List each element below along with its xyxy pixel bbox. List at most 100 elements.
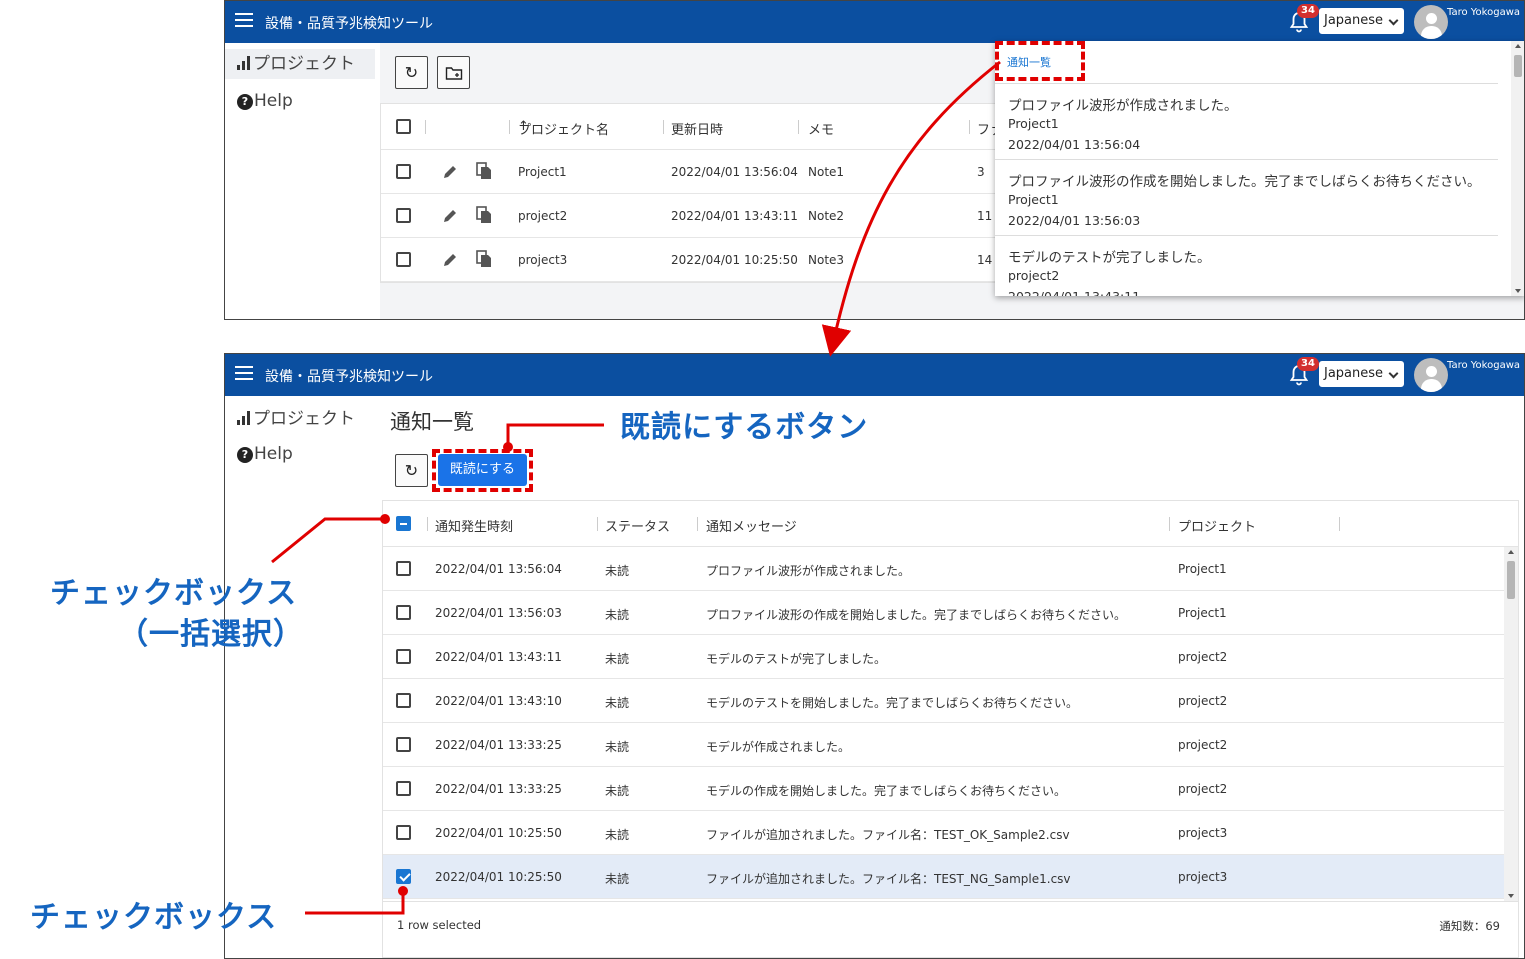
project-name[interactable]: project3 bbox=[518, 253, 567, 267]
notification-message: プロファイル波形の作成を開始しました。完了までしばらくお待ちください。 bbox=[706, 608, 1127, 622]
notification-message: プロファイル波形が作成されました。 bbox=[706, 564, 911, 578]
edit-icon[interactable] bbox=[442, 164, 458, 180]
row-checkbox[interactable] bbox=[396, 649, 411, 664]
sidebar-item-help[interactable]: ? Help bbox=[237, 91, 293, 121]
table-row[interactable]: project2 2022/04/01 13:43:11 Note2 11 bbox=[381, 194, 1029, 238]
row-checkbox[interactable] bbox=[396, 825, 411, 840]
table-row[interactable]: 2022/04/01 13:43:10 未読 モデルのテストを開始しました。完了まで… bbox=[383, 679, 1504, 723]
grid-scrollbar[interactable] bbox=[1504, 547, 1518, 901]
callout-select-all-sub: （一括選択） bbox=[118, 617, 304, 652]
copy-icon[interactable] bbox=[476, 206, 492, 224]
updated-time: 2022/04/01 13:43:11 bbox=[671, 209, 798, 223]
row-checkbox[interactable] bbox=[396, 605, 411, 620]
refresh-button[interactable]: ↻ bbox=[395, 56, 428, 89]
row-checkbox[interactable] bbox=[396, 693, 411, 708]
copy-icon[interactable] bbox=[476, 162, 492, 180]
language-select[interactable]: Japanese bbox=[1319, 361, 1404, 387]
table-row[interactable]: 2022/04/01 13:33:25 未読 モデルの作成を開始しました。完了までし… bbox=[383, 767, 1504, 811]
user-name: Taro Yokogawa bbox=[1447, 7, 1521, 18]
table-row[interactable]: 2022/04/01 13:33:25 未読 モデルが作成されました。 project… bbox=[383, 723, 1504, 767]
table-row[interactable]: project3 2022/04/01 10:25:50 Note3 14 bbox=[381, 238, 1029, 282]
table-row[interactable]: 2022/04/01 13:43:11 未読 モデルのテストが完了しました。 proj… bbox=[383, 635, 1504, 679]
edit-icon[interactable] bbox=[442, 252, 458, 268]
column-time[interactable]: 通知発生時刻 bbox=[435, 516, 513, 535]
notification-item[interactable]: プロファイル波形が作成されました。 Project1 2022/04/01 13:5… bbox=[995, 83, 1498, 159]
sidebar-item-help[interactable]: ? Help bbox=[237, 444, 293, 474]
popup-scrollbar[interactable] bbox=[1511, 41, 1524, 296]
bell-icon[interactable]: 34 bbox=[1289, 357, 1319, 386]
sidebar: プロジェクト ? Help bbox=[225, 396, 380, 958]
sidebar-item-projects[interactable]: プロジェクト bbox=[237, 404, 355, 434]
column-updated[interactable]: 更新日時 bbox=[671, 119, 723, 138]
memo: Note2 bbox=[808, 209, 845, 223]
notification-time: 2022/04/01 13:33:25 bbox=[435, 782, 562, 796]
bell-icon[interactable]: 34 bbox=[1289, 4, 1319, 33]
new-project-button[interactable] bbox=[437, 56, 470, 89]
updated-time: 2022/04/01 13:56:04 bbox=[671, 165, 798, 179]
column-project[interactable]: プロジェクト bbox=[1178, 516, 1256, 535]
notification-message: モデルのテストが完了しました。 bbox=[706, 652, 887, 666]
sidebar-item-label: プロジェクト bbox=[253, 409, 355, 429]
row-checkbox[interactable] bbox=[396, 781, 411, 796]
notification-item[interactable]: モデルのテストが完了しました。 project2 2022/04/01 13:43:… bbox=[995, 235, 1498, 296]
row-checkbox[interactable] bbox=[396, 561, 411, 576]
project-grid-header: プロジェクト名 ↑ 更新日時 メモ ファ bbox=[381, 104, 1029, 150]
refresh-icon: ↻ bbox=[404, 63, 419, 82]
notification-project: project2 bbox=[1178, 694, 1228, 708]
row-checkbox[interactable] bbox=[396, 252, 411, 267]
column-message[interactable]: 通知メッセージ bbox=[706, 516, 797, 535]
notification-message: モデルのテストが完了しました。 bbox=[1008, 250, 1211, 266]
row-checkbox[interactable] bbox=[396, 869, 411, 884]
sidebar-item-label: プロジェクト bbox=[253, 54, 355, 74]
copy-icon[interactable] bbox=[476, 250, 492, 268]
language-select[interactable]: Japanese bbox=[1319, 8, 1404, 34]
notification-time: 2022/04/01 13:43:11 bbox=[1008, 289, 1140, 296]
notification-screen: 設備・品質予兆検知ツール 34 Japanese Taro Yokogawa プ… bbox=[224, 353, 1525, 959]
select-all-checkbox[interactable] bbox=[396, 516, 411, 531]
table-row[interactable]: 2022/04/01 10:25:50 未読 ファイルが追加されました。ファイル名：… bbox=[383, 855, 1504, 899]
project-name[interactable]: Project1 bbox=[518, 165, 567, 179]
notification-project: project3 bbox=[1178, 826, 1228, 840]
menu-icon[interactable] bbox=[235, 13, 253, 29]
select-all-checkbox[interactable] bbox=[396, 119, 411, 134]
sort-arrow-icon: ↑ bbox=[518, 119, 529, 134]
table-row[interactable]: 2022/04/01 13:56:04 未読 プロファイル波形が作成されました。 Pr… bbox=[383, 547, 1504, 591]
menu-icon[interactable] bbox=[235, 366, 253, 382]
notification-message: ファイルが追加されました。ファイル名：TEST_OK_Sample2.csv bbox=[706, 828, 1070, 842]
project-content: ↻ プロジェクト名 ↑ 更新日時 メモ ファ Project1 2022/04/0… bbox=[380, 41, 1524, 319]
project-name[interactable]: project2 bbox=[518, 209, 567, 223]
edit-icon[interactable] bbox=[442, 208, 458, 224]
table-row[interactable]: Project1 2022/04/01 13:56:04 Note1 3 bbox=[381, 150, 1029, 194]
refresh-icon: ↻ bbox=[404, 461, 419, 480]
project-grid: プロジェクト名 ↑ 更新日時 メモ ファ Project1 2022/04/01 … bbox=[380, 103, 1030, 283]
notification-message: ファイルが追加されました。ファイル名：TEST_NG_Sample1.csv bbox=[706, 872, 1071, 886]
notification-grid: 通知発生時刻 ステータス 通知メッセージ プロジェクト 2022/04/01 1… bbox=[382, 500, 1519, 958]
notification-time: 2022/04/01 13:43:10 bbox=[435, 694, 562, 708]
notification-badge: 34 bbox=[1297, 4, 1319, 18]
bar-chart-icon bbox=[237, 411, 251, 425]
column-memo[interactable]: メモ bbox=[808, 119, 834, 138]
notification-message: プロファイル波形の作成を開始しました。完了までしばらくお待ちください。 bbox=[1008, 174, 1481, 190]
notification-time: 2022/04/01 13:43:11 bbox=[435, 650, 562, 664]
row-checkbox[interactable] bbox=[396, 164, 411, 179]
notification-status: 未読 bbox=[605, 564, 630, 578]
avatar[interactable] bbox=[1414, 5, 1448, 39]
notification-time: 2022/04/01 13:56:03 bbox=[435, 606, 562, 620]
row-checkbox[interactable] bbox=[396, 208, 411, 223]
refresh-button[interactable]: ↻ bbox=[395, 454, 428, 487]
notification-time: 2022/04/01 13:33:25 bbox=[435, 738, 562, 752]
notification-item[interactable]: プロファイル波形の作成を開始しました。完了までしばらくお待ちください。 Proje… bbox=[995, 159, 1498, 235]
avatar[interactable] bbox=[1414, 358, 1448, 392]
table-row[interactable]: 2022/04/01 13:56:03 未読 プロファイル波形の作成を開始しました。… bbox=[383, 591, 1504, 635]
user-name: Taro Yokogawa bbox=[1447, 360, 1521, 371]
updated-time: 2022/04/01 10:25:50 bbox=[671, 253, 798, 267]
notification-status: 未読 bbox=[605, 696, 630, 710]
notification-status: 未読 bbox=[605, 872, 630, 886]
row-checkbox[interactable] bbox=[396, 737, 411, 752]
table-row[interactable]: 2022/04/01 10:25:50 未読 ファイルが追加されました。ファイル名：… bbox=[383, 811, 1504, 855]
notification-status: 未読 bbox=[605, 828, 630, 842]
notification-message: モデルの作成を開始しました。完了までしばらくお待ちください。 bbox=[706, 784, 1067, 798]
sidebar-item-projects[interactable]: プロジェクト bbox=[225, 49, 375, 79]
column-status[interactable]: ステータス bbox=[605, 516, 670, 535]
notification-project: Project1 bbox=[1178, 562, 1227, 576]
